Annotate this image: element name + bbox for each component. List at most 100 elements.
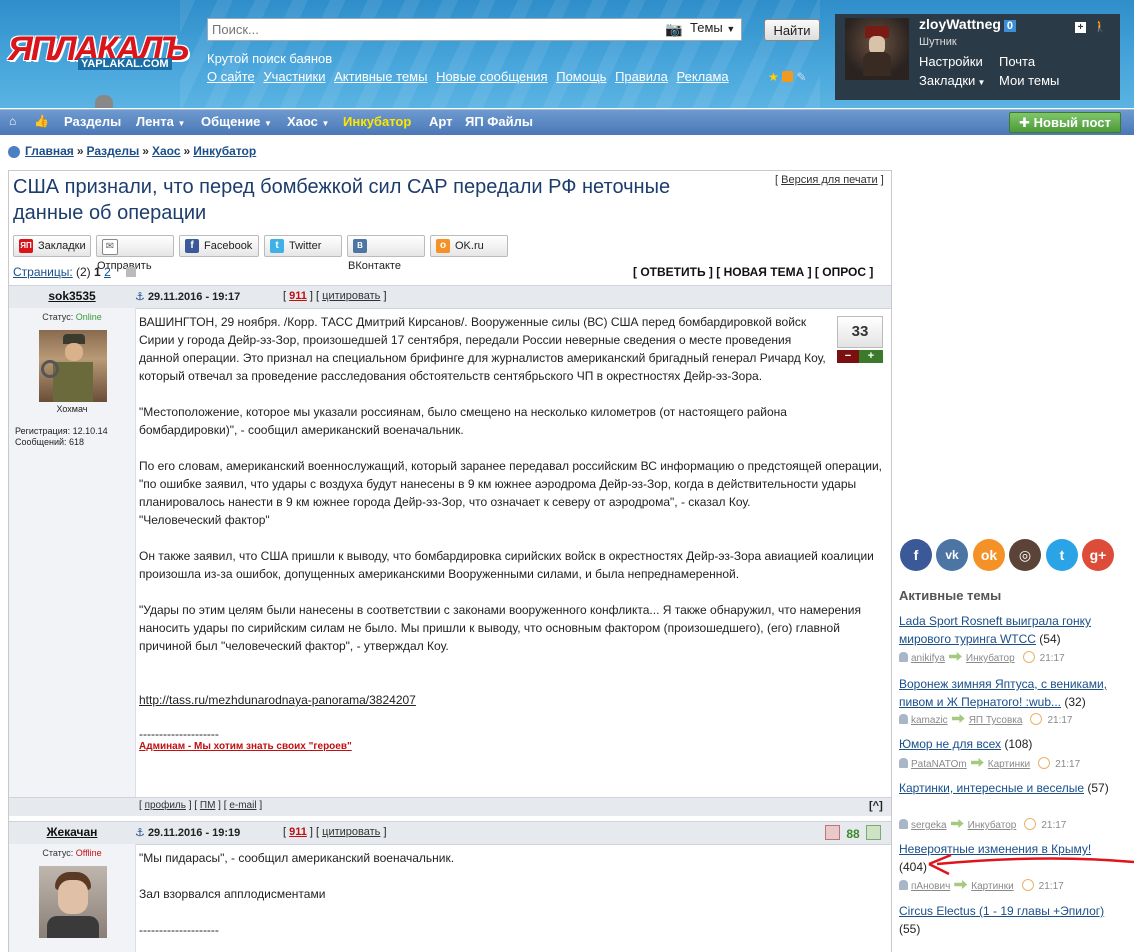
pages-label[interactable]: Страницы:: [13, 265, 73, 279]
username[interactable]: zloyWattneg 0: [919, 16, 1017, 32]
share-vk-button[interactable]: BВКонтакте: [347, 235, 425, 272]
author-avatar[interactable]: [39, 330, 107, 402]
anchor-icon[interactable]: ⚓: [135, 827, 145, 839]
nav-art[interactable]: Арт: [429, 114, 453, 129]
link-new-messages[interactable]: Новые сообщения: [436, 69, 548, 84]
topic-section-link[interactable]: Инкубатор: [968, 820, 1017, 831]
post-date: 29.11.2016 - 19:19: [147, 827, 241, 839]
profile-link[interactable]: профиль: [145, 800, 186, 811]
print-version: [ Версия для печати ]: [775, 174, 884, 186]
post-author[interactable]: Жекачан: [47, 825, 98, 839]
slogan: Крутой поиск баянов: [207, 51, 333, 66]
twitter-icon: t: [270, 239, 284, 253]
print-version-link[interactable]: Версия для печати: [781, 174, 878, 186]
nav-yp-files[interactable]: ЯП Файлы: [465, 114, 533, 129]
post-author[interactable]: sok3535: [48, 289, 95, 303]
nav-incubator[interactable]: Инкубатор: [343, 114, 411, 129]
walk-icon[interactable]: 🚶: [1093, 21, 1107, 33]
crumb-chaos[interactable]: Хаос: [152, 144, 181, 158]
share-twitter-button[interactable]: t Twitter: [264, 235, 342, 257]
pencil-icon[interactable]: ✎: [796, 70, 806, 84]
nav-chaos[interactable]: Хаос ▼: [287, 114, 329, 129]
active-topic-link[interactable]: Юмор не для всех: [899, 737, 1001, 751]
facebook-icon[interactable]: f: [900, 539, 932, 571]
my-topics-link[interactable]: Мои темы: [999, 73, 1059, 88]
pm-link[interactable]: ПМ: [200, 800, 216, 811]
nav-chat[interactable]: Общение ▼: [201, 114, 272, 129]
search-input[interactable]: [208, 19, 656, 40]
link-about[interactable]: О сайте: [207, 69, 255, 84]
breadcrumb: Главная» Разделы» Хаос» Инкубатор: [8, 144, 256, 158]
find-button[interactable]: Найти: [764, 19, 820, 41]
share-ok-button[interactable]: o OK.ru: [430, 235, 508, 257]
topic-section-link[interactable]: Инкубатор: [966, 653, 1015, 664]
google-plus-icon[interactable]: g+: [1082, 539, 1114, 571]
odnoklassniki-icon[interactable]: ok: [973, 539, 1005, 571]
rss-icon[interactable]: [782, 71, 794, 82]
home-icon[interactable]: ⌂: [9, 114, 16, 128]
topic-section-link[interactable]: ЯП Тусовка: [969, 715, 1023, 726]
back-icon[interactable]: [8, 145, 20, 158]
signature-divider: --------------------: [139, 923, 219, 937]
twitter-icon[interactable]: t: [1046, 539, 1078, 571]
share-send-button[interactable]: ✉Отправить: [96, 235, 174, 272]
email-link[interactable]: e-mail: [229, 800, 256, 811]
site-logo[interactable]: ЯПЛАКАЛЪ YAPLAKAL.COM: [8, 30, 189, 76]
current-page: 1: [94, 265, 101, 279]
link-members[interactable]: Участники: [263, 69, 325, 84]
topic-user-link[interactable]: kamazic: [911, 715, 948, 726]
topic-user-link[interactable]: sergeka: [911, 820, 947, 831]
post-id-link[interactable]: 911: [289, 826, 307, 838]
link-ads[interactable]: Реклама: [676, 69, 728, 84]
author-avatar[interactable]: [39, 866, 107, 938]
link-rules[interactable]: Правила: [615, 69, 668, 84]
scroll-top-button[interactable]: [^]: [869, 800, 883, 812]
quote-link[interactable]: цитировать: [322, 290, 380, 302]
settings-link[interactable]: Настройки: [919, 54, 983, 69]
topic-actions[interactable]: [ ОТВЕТИТЬ ] [ НОВАЯ ТЕМА ] [ ОПРОС ]: [633, 265, 873, 279]
mail-icon: ✉: [102, 239, 118, 255]
star-icon[interactable]: ★: [768, 70, 779, 84]
topic-user-link[interactable]: пАнович: [911, 881, 950, 892]
nav-feed[interactable]: Лента ▼: [136, 114, 185, 129]
topic-section-link[interactable]: Картинки: [988, 759, 1030, 770]
rate-up-button[interactable]: +: [859, 350, 883, 363]
topics-dropdown[interactable]: Темы ▼: [690, 20, 735, 35]
topic-section-link[interactable]: Картинки: [971, 881, 1013, 892]
camera-icon[interactable]: 📷: [665, 21, 682, 37]
notification-count[interactable]: 0: [1003, 20, 1017, 32]
active-topic-link[interactable]: Картинки, интересные и веселые: [899, 781, 1084, 795]
bookmarks-dropdown[interactable]: Закладки ▼: [919, 73, 985, 88]
page-icon[interactable]: [126, 267, 137, 277]
share-facebook-button[interactable]: f Facebook: [179, 235, 259, 257]
new-post-button[interactable]: ✚ Новый пост: [1009, 112, 1121, 133]
add-icon[interactable]: +: [1075, 22, 1086, 33]
link-help[interactable]: Помощь: [556, 69, 606, 84]
link-active-topics[interactable]: Активные темы: [334, 69, 427, 84]
page-2-link[interactable]: 2: [104, 265, 111, 279]
instagram-icon[interactable]: ◎: [1009, 539, 1041, 571]
active-topic-link[interactable]: Lada Sport Rosneft выиграла гонку мирово…: [899, 614, 1091, 646]
share-bookmarks-button[interactable]: ЯП Закладки: [13, 235, 91, 257]
post-paragraph: По его словам, американский военнослужащ…: [139, 459, 882, 527]
crumb-sections[interactable]: Разделы: [87, 144, 140, 158]
vk-icon[interactable]: vk: [936, 539, 968, 571]
rate-up-icon[interactable]: [866, 825, 882, 840]
post-paragraph: ВАШИНГТОН, 29 ноября. /Корр. ТАСС Дмитри…: [139, 315, 826, 383]
user-avatar[interactable]: [845, 18, 909, 80]
mail-link[interactable]: Почта: [999, 54, 1035, 69]
source-link[interactable]: http://tass.ru/mezhdunarodnaya-panorama/…: [139, 693, 416, 707]
active-topic-link[interactable]: Circus Electus (1 - 19 главы +Эпилог): [899, 904, 1104, 918]
nav-sections[interactable]: Разделы: [64, 114, 121, 129]
thumbs-up-icon[interactable]: 👍: [34, 114, 49, 128]
rate-down-icon[interactable]: [825, 825, 840, 840]
topic-user-link[interactable]: PataNATOm: [911, 759, 967, 770]
crumb-incubator[interactable]: Инкубатор: [193, 144, 256, 158]
rate-down-button[interactable]: −: [837, 350, 859, 363]
topic-user-link[interactable]: anikifya: [911, 653, 945, 664]
crumb-home[interactable]: Главная: [25, 144, 74, 158]
quote-link[interactable]: цитировать: [322, 826, 380, 838]
anchor-icon[interactable]: ⚓: [135, 291, 145, 303]
signature-link[interactable]: Админам - Мы хотим знать своих "героев": [139, 741, 352, 752]
post-id-link[interactable]: 911: [289, 290, 307, 302]
